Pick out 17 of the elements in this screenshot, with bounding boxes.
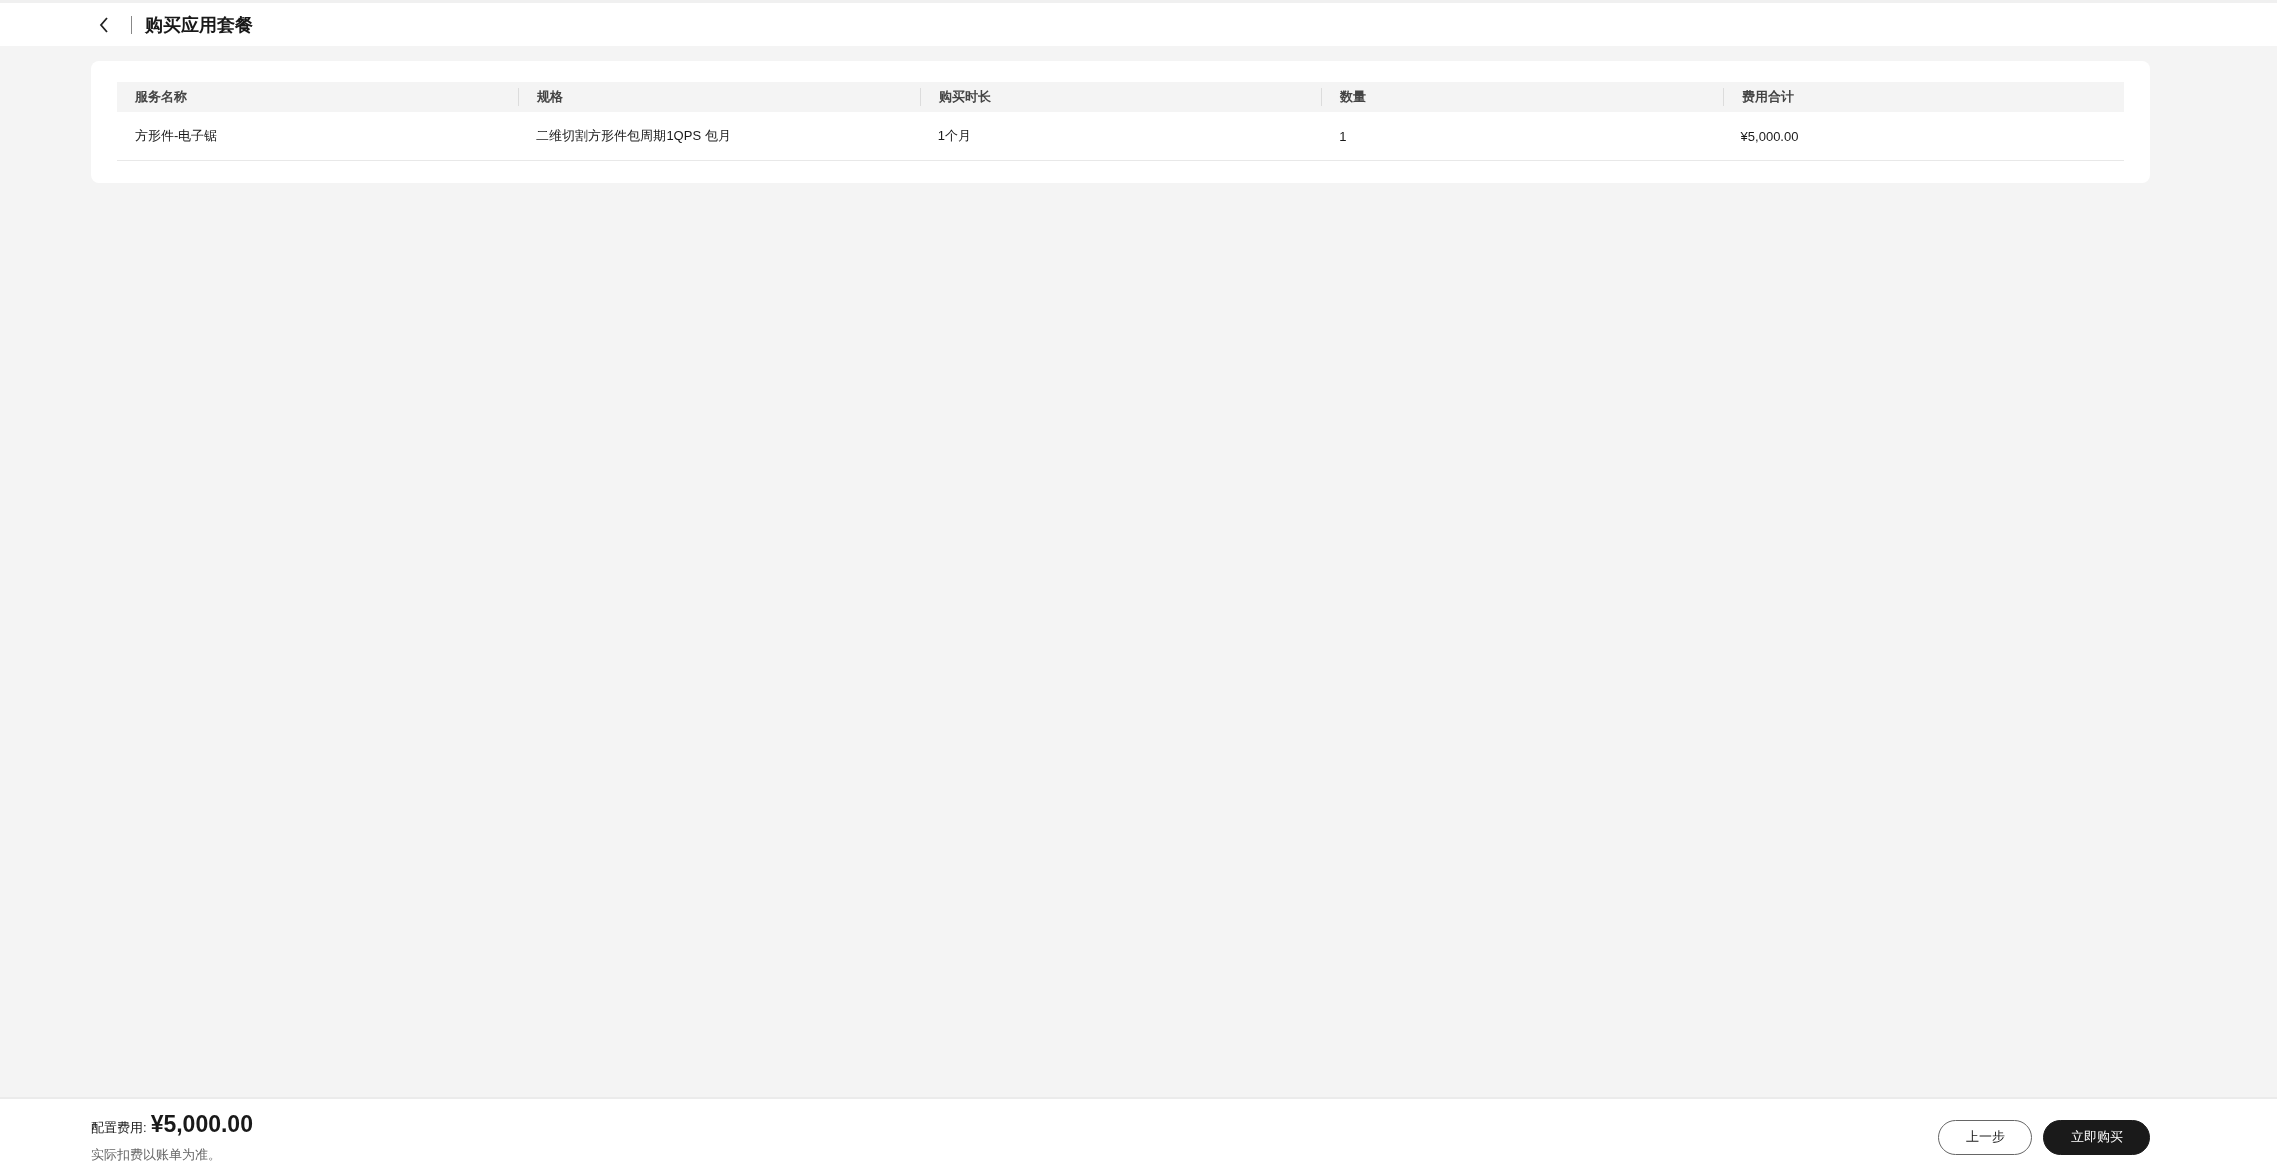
billing-note: 实际扣费以账单为准。 <box>91 1145 222 1164</box>
buy-now-button[interactable]: 立即购买 <box>2043 1119 2150 1155</box>
table-cell-text: 二维切割方形件包周期1QPS 包月 <box>535 127 732 145</box>
column-header: 数量 <box>1321 88 1723 106</box>
page-title: 购买应用套餐 <box>145 13 253 37</box>
table-cell-text: 1 <box>1338 128 1348 144</box>
table-cell-text: 方形件-电子锯 <box>134 127 219 145</box>
back-icon <box>99 16 109 33</box>
previous-step-button[interactable]: 上一步 <box>1938 1119 2032 1155</box>
table-cell-text: ¥5,000.00 <box>1739 128 1800 144</box>
table-cell-text: 1个月 <box>936 127 973 145</box>
column-header: 规格 <box>518 88 920 106</box>
total-price: ¥5,000.00 <box>150 1110 253 1138</box>
price-label: 配置费用: <box>91 1118 147 1137</box>
column-header: 服务名称 <box>134 88 188 106</box>
column-header: 购买时长 <box>919 88 1322 106</box>
column-header: 费用合计 <box>1722 88 2124 106</box>
